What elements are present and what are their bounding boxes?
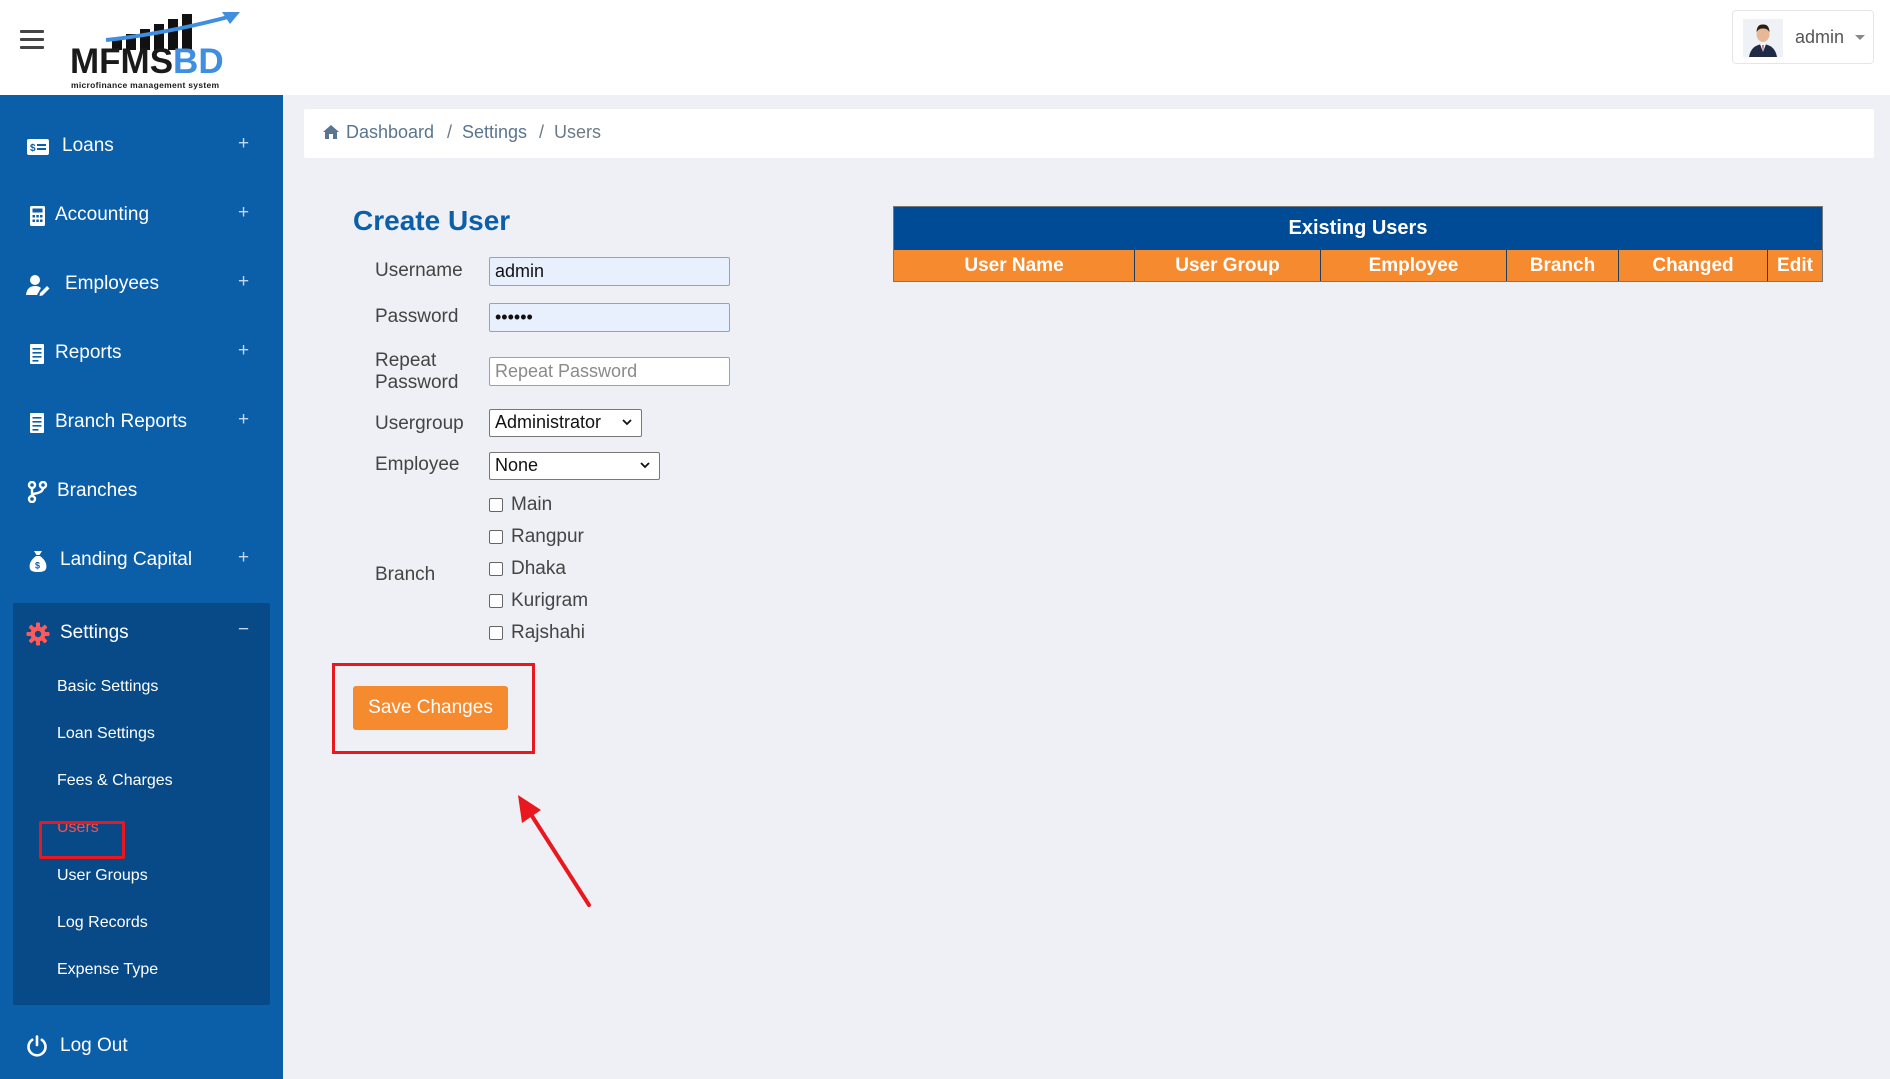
gear-icon	[26, 622, 50, 646]
file-report-icon	[30, 413, 44, 433]
username-input[interactable]	[489, 257, 730, 286]
column-header-user-name: User Name	[894, 250, 1135, 281]
repeat-password-input[interactable]	[489, 357, 730, 386]
usergroup-selected-value: Administrator	[495, 412, 602, 432]
breadcrumb-separator: /	[539, 122, 545, 142]
checkbox[interactable]	[489, 562, 503, 576]
save-changes-button[interactable]: Save Changes	[353, 686, 508, 730]
breadcrumb-dashboard[interactable]: Dashboard	[346, 122, 434, 143]
id-card-icon: $	[27, 139, 49, 155]
sidebar-item-logout[interactable]: Log Out	[0, 1015, 283, 1075]
calculator-icon	[30, 206, 45, 226]
branch-option-label: Kurigram	[511, 590, 589, 611]
expand-plus-icon: +	[238, 202, 250, 223]
password-label: Password	[375, 306, 459, 327]
submenu-item-loan-settings[interactable]: Loan Settings	[57, 725, 155, 743]
svg-text:$: $	[30, 143, 36, 154]
checkbox[interactable]	[489, 626, 503, 640]
user-menu-button[interactable]: admin	[1732, 10, 1874, 64]
sidebar-item-accounting[interactable]: Accounting +	[0, 183, 283, 249]
user-edit-icon	[26, 275, 50, 296]
logo-tagline: microfinance management system	[71, 80, 220, 90]
logout-label: Log Out	[60, 1035, 128, 1056]
sidebar-item-label: Loans	[62, 135, 114, 156]
column-header-edit: Edit	[1768, 250, 1822, 281]
table-title: Existing Users	[894, 207, 1822, 250]
sidebar-item-branches[interactable]: Branches	[0, 459, 283, 525]
submenu-item-basic-settings[interactable]: Basic Settings	[57, 678, 158, 696]
chevron-down-icon	[622, 419, 632, 426]
usergroup-label: Usergroup	[375, 413, 464, 434]
branch-option-label: Rangpur	[511, 526, 584, 547]
column-header-employee: Employee	[1321, 250, 1507, 281]
app-logo[interactable]: MFMSBD microfinance management system	[68, 4, 246, 92]
sidebar-item-label: Branches	[57, 480, 138, 501]
home-icon	[323, 125, 339, 139]
sidebar-item-branch-reports[interactable]: Branch Reports +	[0, 390, 283, 456]
branch-option-label: Rajshahi	[511, 622, 585, 643]
employee-select[interactable]: None	[489, 452, 660, 480]
sidebar-item-label: Branch Reports	[55, 411, 188, 432]
sidebar-item-landing-capital[interactable]: $ Landing Capital +	[0, 528, 283, 594]
sidebar-item-loans[interactable]: $ Loans +	[0, 114, 283, 180]
submenu-item-log-records[interactable]: Log Records	[57, 914, 148, 932]
checkbox[interactable]	[489, 530, 503, 544]
user-avatar	[1743, 19, 1783, 57]
sidebar-item-label: Landing Capital	[60, 549, 193, 570]
sidebar-item-settings[interactable]: Settings −	[13, 603, 270, 663]
checkbox[interactable]	[489, 498, 503, 512]
file-report-icon	[30, 344, 44, 364]
annotation-highlight-users	[39, 821, 125, 859]
branch-label: Branch	[375, 564, 436, 585]
logo-text: MFMSBD	[70, 42, 224, 81]
sidebar-item-label: Settings	[60, 622, 129, 643]
code-branch-icon	[27, 481, 48, 503]
branch-option-label: Dhaka	[511, 558, 566, 579]
password-input[interactable]	[489, 303, 730, 332]
breadcrumb-users: Users	[554, 122, 602, 142]
sidebar-item-reports[interactable]: Reports +	[0, 321, 283, 387]
checkbox[interactable]	[489, 594, 503, 608]
breadcrumb: Dashboard / Settings / Users	[304, 109, 1874, 158]
sidebar-item-label: Accounting	[55, 204, 150, 225]
column-header-branch: Branch	[1507, 250, 1619, 281]
submenu-item-expense-type[interactable]: Expense Type	[57, 961, 158, 979]
column-header-user-group: User Group	[1135, 250, 1321, 281]
svg-text:$: $	[35, 561, 40, 571]
expand-plus-icon: +	[238, 340, 250, 361]
expand-plus-icon: +	[238, 547, 250, 568]
power-icon	[27, 1035, 47, 1057]
existing-users-table: Existing Users User Name User Group Empl…	[893, 206, 1823, 282]
annotation-arrow	[518, 795, 591, 907]
chevron-down-icon	[640, 462, 650, 469]
top-bar: MFMSBD microfinance management system ad…	[0, 0, 1890, 95]
expand-plus-icon: +	[238, 271, 250, 292]
breadcrumb-settings[interactable]: Settings	[462, 122, 527, 143]
user-name: admin	[1795, 27, 1845, 47]
usergroup-select[interactable]: Administrator	[489, 409, 642, 437]
chevron-down-icon	[1855, 35, 1865, 40]
sidebar-item-label: Reports	[55, 342, 122, 363]
menu-toggle-icon[interactable]	[20, 30, 44, 50]
money-bag-icon: $	[29, 551, 47, 572]
username-label: Username	[375, 260, 463, 281]
column-header-changed: Changed	[1619, 250, 1768, 281]
page-title: Create User	[353, 205, 511, 236]
expand-plus-icon: +	[238, 409, 250, 430]
sidebar-item-label: Employees	[65, 273, 159, 294]
sidebar-item-employees[interactable]: Employees +	[0, 252, 283, 318]
submenu-item-user-groups[interactable]: User Groups	[57, 867, 148, 885]
settings-submenu: Settings − Basic Settings Loan Settings …	[13, 603, 270, 1005]
branch-option-label: Main	[511, 494, 553, 515]
employee-selected-value: None	[495, 455, 539, 475]
collapse-minus-icon: −	[238, 619, 250, 640]
expand-plus-icon: +	[238, 133, 250, 154]
sidebar: $ Loans + Accounting + Employees + Repor…	[0, 95, 283, 1079]
repeat-password-label: Repeat Password	[375, 350, 459, 393]
breadcrumb-separator: /	[447, 122, 453, 142]
submenu-item-fees-charges[interactable]: Fees & Charges	[57, 772, 173, 790]
employee-label: Employee	[375, 454, 460, 475]
